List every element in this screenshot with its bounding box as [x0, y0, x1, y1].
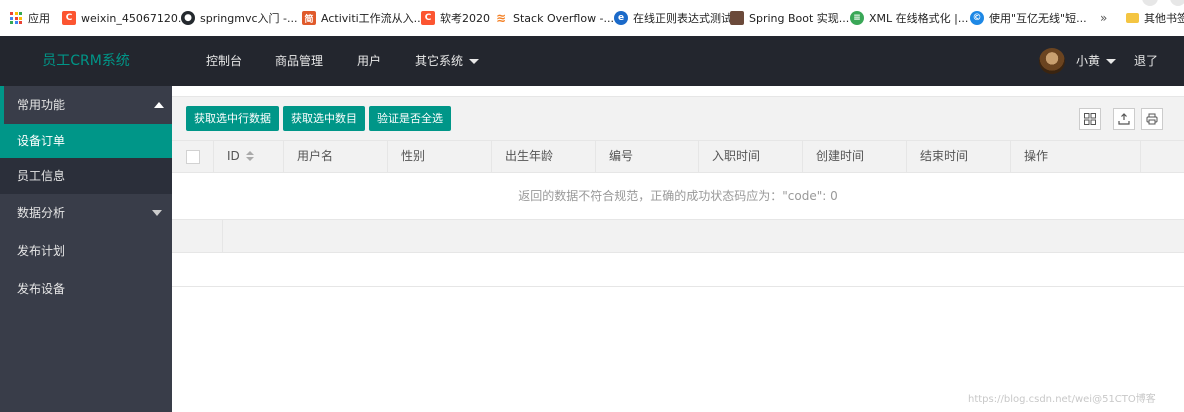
csdn-icon: C	[421, 11, 435, 25]
blue-site-icon: ©	[970, 11, 984, 25]
column-header-birth: 出生年龄	[492, 141, 596, 172]
bookmark-stackoverflow[interactable]: ≋ Stack Overflow -...	[494, 0, 614, 36]
sidebar-item-employee-info[interactable]: 员工信息	[0, 158, 172, 194]
table-toolbar: 获取选中行数据 获取选中数目 验证是否全选	[172, 96, 1184, 141]
export-icon[interactable]	[1113, 108, 1135, 130]
nav-console[interactable]: 控制台	[206, 36, 242, 86]
sidebar-group-common[interactable]: 常用功能	[0, 86, 172, 124]
column-header-label: ID	[227, 149, 240, 163]
bookmark-label: weixin_45067120...	[81, 11, 189, 25]
bookmark-xml[interactable]: ≡ XML 在线格式化 |...	[850, 0, 968, 36]
bookmarks-more-button[interactable]: »	[1100, 0, 1107, 36]
nav-other-systems-label: 其它系统	[415, 54, 464, 68]
bookmark-springboot[interactable]: Spring Boot 实现...	[730, 0, 849, 36]
bookmark-label: 使用"互亿无线"短...	[989, 12, 1087, 25]
table-pager	[172, 253, 1184, 287]
sidebar: 常用功能 设备订单 员工信息 数据分析 发布计划 发布设备	[0, 86, 172, 412]
bookmark-label: 在线正则表达式测试	[633, 12, 732, 25]
select-all-checkbox[interactable]	[186, 150, 200, 164]
bookmark-site-icon: 简	[302, 11, 316, 25]
bookmark-label: 应用	[28, 12, 50, 25]
column-header-actions: 操作	[1011, 141, 1141, 172]
bookmark-label: Activiti工作流从入...	[321, 12, 425, 25]
caret-down-icon	[469, 59, 480, 64]
get-selected-rows-button[interactable]: 获取选中行数据	[186, 106, 279, 131]
bookmark-label: XML 在线格式化 |...	[869, 12, 969, 25]
github-icon: ●	[181, 11, 195, 25]
columns-icon[interactable]	[1079, 108, 1101, 130]
print-icon[interactable]	[1141, 108, 1163, 130]
sidebar-group-label: 数据分析	[17, 206, 66, 220]
sidebar-item-device-orders[interactable]: 设备订单	[0, 124, 172, 158]
sidebar-item-label: 设备订单	[17, 134, 66, 148]
table-empty-message: 返回的数据不符合规范，正确的成功状态码应为："code": 0	[172, 173, 1184, 220]
user-menu[interactable]: 小黄	[1076, 36, 1117, 86]
bookmark-weixin[interactable]: C weixin_45067120...	[62, 0, 188, 36]
nav-users[interactable]: 用户	[357, 36, 381, 86]
bookmark-label: springmvc入门 -...	[200, 12, 298, 25]
bookmark-label: Stack Overflow -...	[513, 11, 615, 25]
sidebar-item-label: 发布计划	[17, 244, 66, 258]
user-name: 小黄	[1076, 54, 1101, 68]
sidebar-group-data-analysis[interactable]: 数据分析	[0, 194, 172, 232]
app-logo[interactable]: 员工CRM系统	[0, 36, 172, 86]
apps-grid-icon	[10, 12, 22, 24]
bookmarks-bar: 应用 C weixin_45067120... ● springmvc入门 -.…	[0, 0, 1184, 37]
table-fixed-footer	[172, 220, 1184, 253]
stackoverflow-icon: ≋	[495, 11, 507, 25]
nav-products[interactable]: 商品管理	[275, 36, 323, 86]
nav-other-systems[interactable]: 其它系统	[415, 36, 480, 86]
column-header-created: 创建时间	[803, 141, 907, 172]
bookmark-label: 其他书签	[1144, 12, 1184, 25]
select-all-cell	[172, 141, 214, 172]
chevron-up-icon	[154, 102, 164, 108]
column-header-username: 用户名	[284, 141, 388, 172]
column-header-number: 编号	[596, 141, 699, 172]
top-header: 员工CRM系统 控制台 商品管理 用户 其它系统 小黄 退了	[0, 36, 1184, 86]
more-chevron-icon: »	[1100, 11, 1108, 25]
sidebar-item-release-plan[interactable]: 发布计划	[0, 232, 172, 270]
folder-icon	[1126, 13, 1139, 23]
avatar[interactable]	[1039, 48, 1065, 74]
csdn-icon: C	[62, 11, 76, 25]
bookmark-other-folder[interactable]: 其他书签	[1126, 0, 1184, 36]
bookmark-apps[interactable]: 应用	[10, 0, 50, 36]
sidebar-item-release-device[interactable]: 发布设备	[0, 270, 172, 308]
chevron-down-icon	[152, 210, 162, 216]
bookmark-activiti[interactable]: 简 Activiti工作流从入...	[302, 0, 424, 36]
bookmark-label: 软考2020	[440, 12, 490, 25]
bookmark-label: Spring Boot 实现...	[749, 12, 850, 25]
caret-down-icon	[1106, 59, 1117, 64]
active-group-indicator	[0, 86, 4, 124]
logout-link[interactable]: 退了	[1134, 36, 1158, 86]
table-header: ID 用户名 性别 出生年龄 编号 入职时间 创建时间 结束时间 操作	[172, 141, 1184, 173]
edge-icon: e	[614, 11, 628, 25]
column-header-end-time: 结束时间	[907, 141, 1011, 172]
main-content: 获取选中行数据 获取选中数目 验证是否全选 ID 用户名 性别 出生年龄 编号 …	[172, 86, 1184, 412]
sidebar-item-label: 发布设备	[17, 282, 66, 296]
watermark: https://blog.csdn.net/wei@51CTO博客	[968, 394, 1156, 405]
get-selected-count-button[interactable]: 获取选中数目	[283, 106, 365, 131]
bookmark-ruankao[interactable]: C 软考2020	[421, 0, 490, 36]
check-all-selected-button[interactable]: 验证是否全选	[369, 106, 451, 131]
sidebar-group-label: 常用功能	[17, 98, 66, 112]
column-header-hire-date: 入职时间	[699, 141, 803, 172]
bookmark-springmvc[interactable]: ● springmvc入门 -...	[181, 0, 297, 36]
bookmark-regex[interactable]: e 在线正则表达式测试	[614, 0, 732, 36]
sidebar-item-label: 员工信息	[17, 169, 66, 183]
divider	[222, 220, 223, 252]
column-header-id[interactable]: ID	[214, 141, 284, 172]
bookmark-cloud[interactable]: © 使用"互亿无线"短...	[970, 0, 1087, 36]
image-site-icon	[730, 11, 744, 25]
sort-icon[interactable]	[245, 151, 254, 162]
column-header-gender: 性别	[388, 141, 492, 172]
green-site-icon: ≡	[850, 11, 864, 25]
